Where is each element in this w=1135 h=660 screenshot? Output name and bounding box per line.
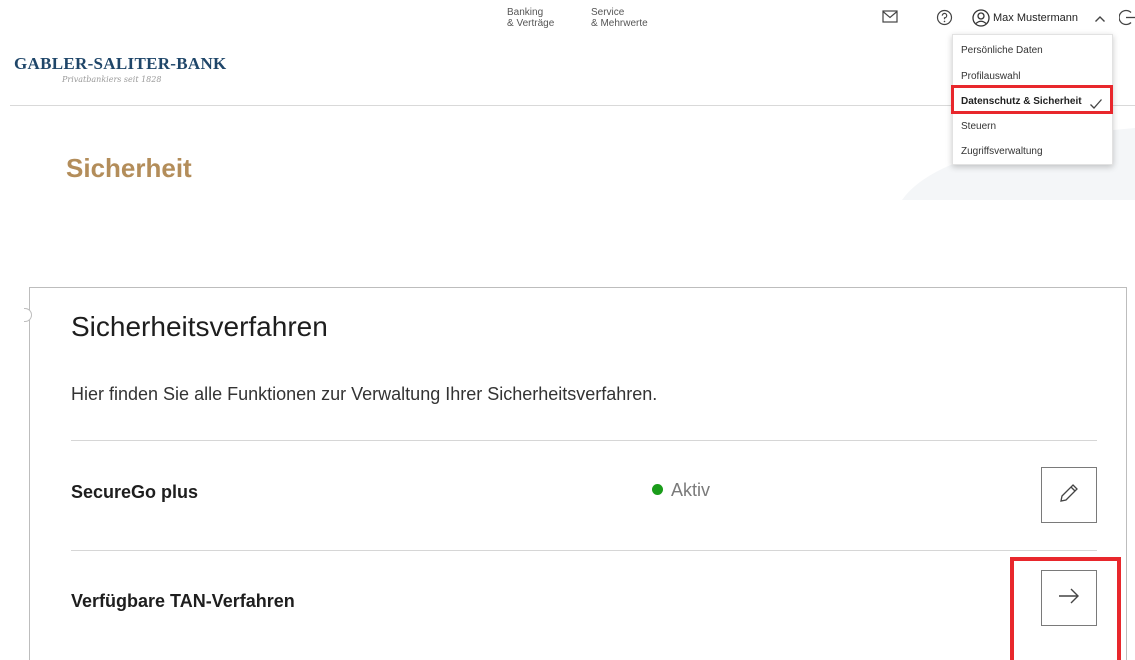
nav-banking-line2: & Verträge <box>507 18 555 29</box>
logout-icon[interactable] <box>1118 9 1135 31</box>
nav-banking-vertraege[interactable]: Banking & Verträge <box>507 7 554 29</box>
status-badge: Aktiv <box>652 480 710 501</box>
menu-item-persoenliche-daten[interactable]: Persönliche Daten <box>961 45 1043 56</box>
card-description: Hier finden Sie alle Funktionen zur Verw… <box>71 384 658 404</box>
highlight-box-arrow <box>1010 557 1121 660</box>
user-icon[interactable] <box>972 9 990 32</box>
nav-service-line2: & Mehrwerte <box>591 18 648 29</box>
edit-button[interactable] <box>1041 467 1097 523</box>
divider <box>71 440 1097 441</box>
page-title: Sicherheit <box>66 153 192 183</box>
menu-item-profilauswahl[interactable]: Profilauswahl <box>961 71 1020 82</box>
user-name[interactable]: Max Mustermann <box>993 12 1078 24</box>
nav-service-mehrwerte[interactable]: Service & Mehrwerte <box>591 7 648 29</box>
status-dot <box>652 484 663 495</box>
chevron-up-icon[interactable] <box>1094 11 1106 29</box>
bank-name: GABLER-SALITER-BANK <box>14 54 227 73</box>
mail-icon[interactable] <box>882 10 898 28</box>
highlight-box-menu <box>951 85 1113 114</box>
help-icon[interactable] <box>936 9 953 31</box>
nav-banking-line1: Banking <box>507 7 544 18</box>
divider <box>71 550 1097 551</box>
securego-label: SecureGo plus <box>71 482 199 502</box>
status-text: Aktiv <box>671 480 711 500</box>
tan-methods-label: Verfügbare TAN-Verfahren <box>71 591 295 611</box>
nav-service-line1: Service <box>591 7 625 18</box>
card-title: Sicherheitsverfahren <box>71 311 328 342</box>
bank-tagline: Privatbankiers seit 1828 <box>62 75 162 84</box>
pencil-icon <box>1058 482 1080 509</box>
menu-item-steuern[interactable]: Steuern <box>961 121 996 132</box>
bank-logo[interactable]: GABLER-SALITER-BANK Privatbankiers seit … <box>14 54 227 84</box>
menu-item-zugriffsverwaltung[interactable]: Zugriffsverwaltung <box>961 146 1043 157</box>
